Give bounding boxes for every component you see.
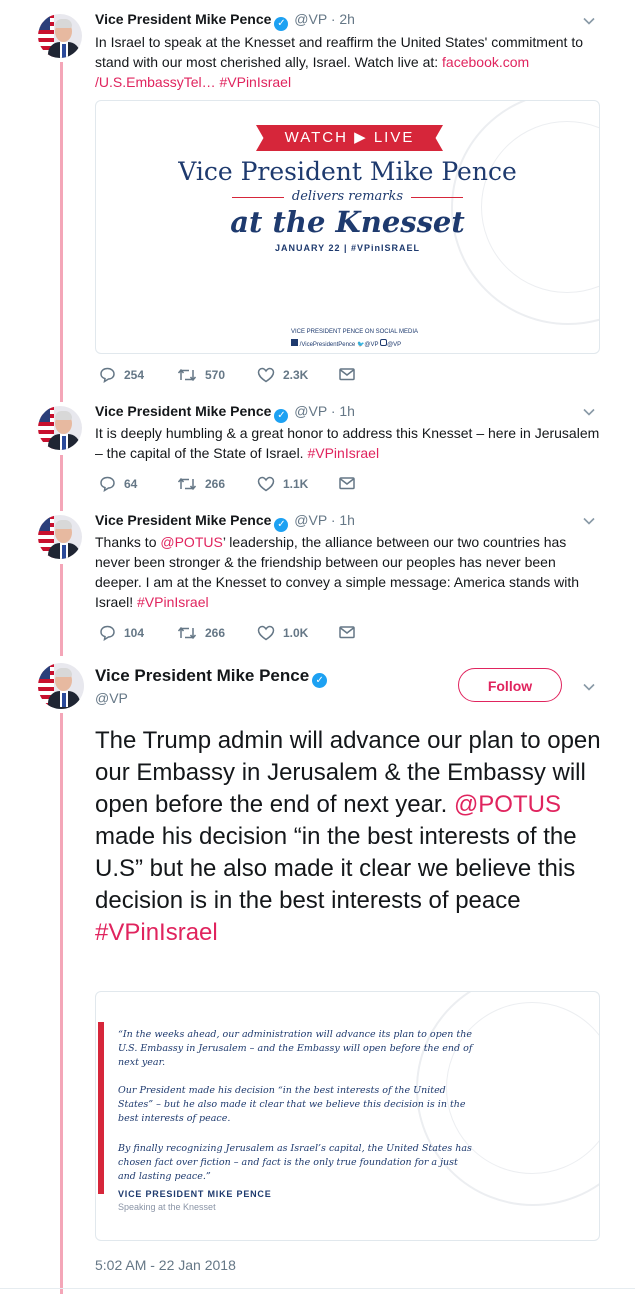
divider: [0, 1288, 635, 1289]
social-facebook: /VicePresidentPence: [299, 342, 356, 348]
dm-icon: [339, 368, 355, 381]
tweet-text: It is deeply humbling & a great honor to…: [95, 423, 600, 463]
dm-icon: [339, 626, 355, 639]
retweet-icon: [177, 368, 197, 382]
tweet-time[interactable]: · 2h: [331, 11, 355, 27]
tweet-timestamp[interactable]: 5:02 AM - 22 Jan 2018: [95, 1257, 236, 1273]
retweet-button[interactable]: 570: [177, 367, 225, 383]
facebook-icon: [291, 339, 298, 346]
card-dateline: JANUARY 22 | #VPinISRAEL: [274, 243, 421, 253]
retweet-count: 570: [205, 368, 226, 382]
mention-link[interactable]: @POTUS: [160, 534, 222, 550]
quote-context: Speaking at the Knesset: [118, 1202, 216, 1212]
like-icon: [257, 625, 275, 641]
tweet-text: In Israel to speak at the Knesset and re…: [95, 32, 600, 92]
author-name[interactable]: Vice President Mike Pence: [95, 11, 271, 27]
card-headline: at the Knesset: [230, 205, 465, 239]
main-tweet-text: The Trump admin will advance our plan to…: [95, 725, 605, 949]
like-button[interactable]: 2.3K: [257, 367, 308, 383]
card-subtitle: delivers remarks: [291, 189, 404, 204]
social-heading: VICE PRESIDENT PENCE ON SOCIAL MEDIA: [291, 329, 419, 335]
hashtag-link[interactable]: #VPinIsrael: [137, 594, 209, 610]
social-handles: /VicePresidentPence 🐦@VP @VP: [291, 339, 401, 348]
chevron-down-icon[interactable]: [582, 405, 596, 419]
avatar[interactable]: [38, 14, 82, 58]
like-button[interactable]: 1.1K: [257, 476, 308, 492]
retweet-icon: [177, 477, 197, 491]
card-title: Vice President Mike Pence: [178, 157, 517, 186]
dm-icon: [339, 477, 355, 490]
hashtag-link[interactable]: #VPinIsrael: [219, 74, 291, 90]
thread-line: [60, 564, 63, 656]
reply-icon: [100, 367, 115, 383]
retweet-icon: [177, 626, 197, 640]
watch-live-banner: WATCH ▶ LIVE: [256, 125, 443, 151]
quote-accent-bar: [98, 1022, 104, 1194]
follow-button[interactable]: Follow: [458, 668, 562, 702]
retweet-button[interactable]: 266: [177, 476, 225, 492]
tweet-prefix: Thanks to: [95, 534, 161, 550]
hashtag-link[interactable]: #VPinIsrael: [307, 445, 379, 461]
tweet-time[interactable]: · 1h: [331, 403, 355, 419]
reply-count: 64: [124, 477, 138, 491]
author-name[interactable]: Vice President Mike Pence: [95, 512, 271, 528]
like-icon: [257, 476, 275, 492]
like-count: 2.3K: [283, 368, 309, 382]
author-handle[interactable]: @VP: [294, 512, 327, 528]
card-subtitle-row: delivers remarks: [232, 189, 463, 205]
reply-button[interactable]: 64: [99, 476, 137, 492]
quote-paragraph-3: By finally recognizing Jerusalem as Isra…: [118, 1143, 472, 1182]
dm-button[interactable]: [339, 625, 363, 639]
mention-link[interactable]: @POTUS: [454, 791, 561, 818]
thread-line: [60, 62, 63, 402]
dm-button[interactable]: [339, 476, 363, 490]
verified-badge-icon: ✓: [312, 673, 328, 688]
dm-button[interactable]: [339, 367, 363, 381]
author-name[interactable]: Vice President Mike Pence: [95, 403, 271, 419]
reply-button[interactable]: 104: [99, 625, 144, 641]
tweet-text: Thanks to @POTUS’ leadership, the allian…: [95, 532, 600, 612]
retweet-count: 266: [205, 477, 226, 491]
quote-image-card[interactable]: “In the weeks ahead, our administration …: [95, 991, 600, 1241]
tweet-header: Vice President Mike Pence ✓ @VP · 1h: [95, 403, 355, 423]
hashtag-link[interactable]: #VPinIsrael: [95, 919, 218, 946]
thread-line: [60, 713, 63, 1294]
quote-paragraph-2: Our President made his decision “in the …: [118, 1085, 466, 1124]
reply-icon: [100, 476, 115, 492]
tweet-header: Vice President Mike Pence ✓ @VP · 1h: [95, 512, 355, 532]
social-twitter: @VP: [364, 342, 379, 348]
author-handle[interactable]: @VP: [294, 11, 327, 27]
avatar[interactable]: [38, 406, 82, 450]
main-text-after: made his decision “in the best interests…: [95, 823, 577, 914]
like-icon: [257, 367, 275, 383]
live-video-card[interactable]: WATCH ▶ LIVE Vice President Mike Pence d…: [95, 100, 600, 354]
main-author-name-row: Vice President Mike Pence ✓: [95, 666, 329, 688]
reply-icon: [100, 625, 115, 641]
author-name[interactable]: Vice President Mike Pence: [95, 666, 309, 685]
like-count: 1.1K: [283, 477, 309, 491]
chevron-down-icon[interactable]: [582, 14, 596, 28]
reply-count: 104: [124, 626, 145, 640]
thread-line: [60, 455, 63, 511]
main-author-handle[interactable]: @VP: [95, 690, 128, 706]
social-instagram: @VP: [387, 342, 402, 348]
verified-badge-icon: ✓: [274, 518, 289, 532]
retweet-button[interactable]: 266: [177, 625, 225, 641]
quote-attribution: VICE PRESIDENT MIKE PENCE: [118, 1189, 272, 1199]
quote-paragraph-1: “In the weeks ahead, our administration …: [118, 1029, 473, 1068]
avatar[interactable]: [38, 515, 82, 559]
like-count: 1.0K: [283, 626, 309, 640]
reply-count: 254: [124, 368, 145, 382]
like-button[interactable]: 1.0K: [257, 625, 308, 641]
retweet-count: 266: [205, 626, 226, 640]
chevron-down-icon[interactable]: [582, 680, 596, 694]
tweet-header: Vice President Mike Pence ✓ @VP · 2h: [95, 11, 355, 31]
reply-button[interactable]: 254: [99, 367, 144, 383]
avatar[interactable]: [38, 663, 84, 709]
author-handle[interactable]: @VP: [294, 403, 327, 419]
tweet-time[interactable]: · 1h: [331, 512, 355, 528]
verified-badge-icon: ✓: [274, 409, 289, 423]
chevron-down-icon[interactable]: [582, 514, 596, 528]
verified-badge-icon: ✓: [274, 17, 289, 31]
